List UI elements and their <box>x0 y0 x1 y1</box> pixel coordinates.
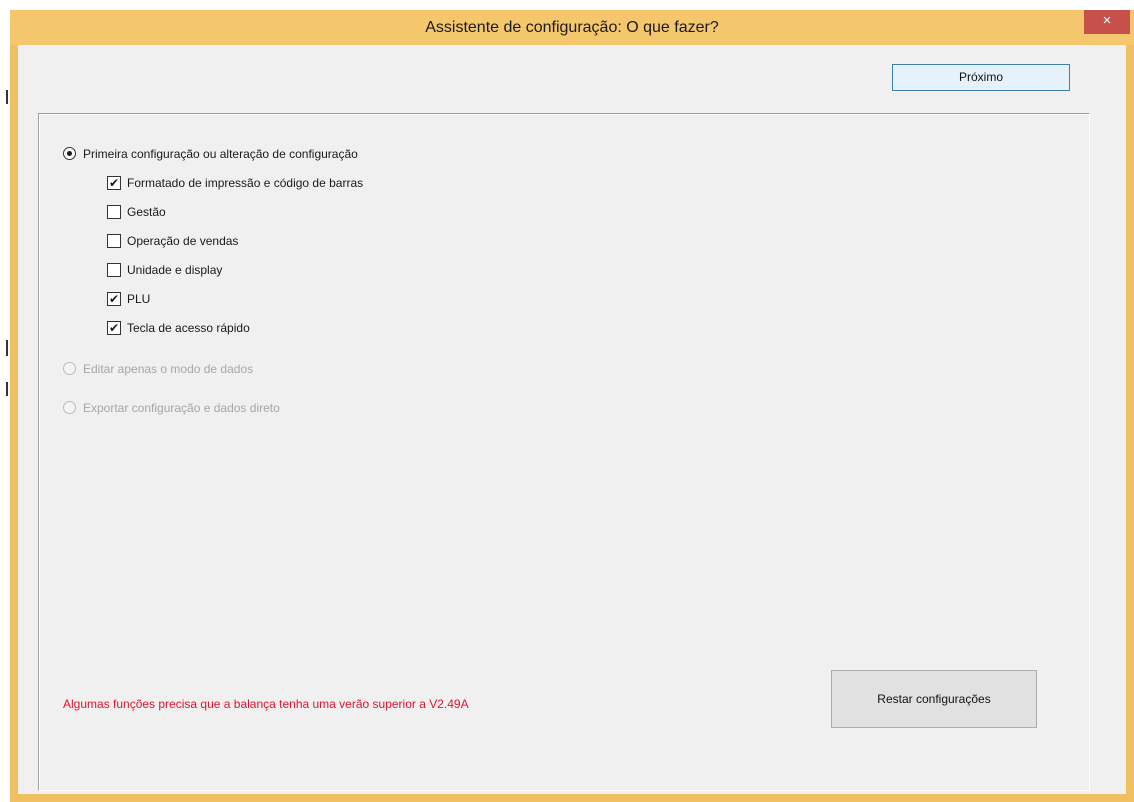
radio-first-setup-indicator[interactable] <box>63 147 76 160</box>
checkbox-print-format-box[interactable]: ✔ <box>107 176 121 190</box>
background-window-edge <box>0 10 10 802</box>
radio-edit-data-only-label: Editar apenas o modo de dados <box>83 362 254 376</box>
checkbox-sales-operation-label: Operação de vendas <box>127 234 239 248</box>
radio-export-direct-label: Exportar configuração e dados direto <box>83 401 280 415</box>
checkbox-hotkey-label: Tecla de acesso rápido <box>127 321 250 335</box>
version-warning: Algumas funções precisa que a balança te… <box>63 697 469 711</box>
checkbox-plu-label: PLU <box>127 292 151 306</box>
checkbox-unit-display-box[interactable] <box>107 263 121 277</box>
dialog-body: Próximo Primeira configuração ou alteraç… <box>18 45 1126 794</box>
title-bar[interactable]: Assistente de configuração: O que fazer?… <box>10 10 1134 45</box>
checkbox-management-label: Gestão <box>127 205 166 219</box>
next-button[interactable]: Próximo <box>892 64 1070 91</box>
close-button[interactable]: × <box>1084 10 1130 34</box>
radio-export-direct-indicator[interactable] <box>63 401 76 414</box>
check-icon: ✔ <box>109 292 120 306</box>
radio-first-setup-label: Primeira configuração ou alteração de co… <box>83 147 358 161</box>
check-icon: ✔ <box>109 321 120 335</box>
checkbox-unit-display-label: Unidade e display <box>127 263 223 277</box>
checkbox-sales-operation-box[interactable] <box>107 234 121 248</box>
reset-settings-button[interactable]: Restar configurações <box>831 670 1037 728</box>
checkbox-hotkey-box[interactable]: ✔ <box>107 321 121 335</box>
check-icon: ✔ <box>109 176 120 190</box>
checkbox-print-format-label: Formatado de impressão e código de barra… <box>127 176 364 190</box>
checkbox-management-box[interactable] <box>107 205 121 219</box>
setup-wizard-window: Assistente de configuração: O que fazer?… <box>10 10 1134 802</box>
radio-edit-data-only-indicator[interactable] <box>63 362 76 375</box>
window-title: Assistente de configuração: O que fazer? <box>425 19 719 36</box>
checkbox-plu-box[interactable]: ✔ <box>107 292 121 306</box>
